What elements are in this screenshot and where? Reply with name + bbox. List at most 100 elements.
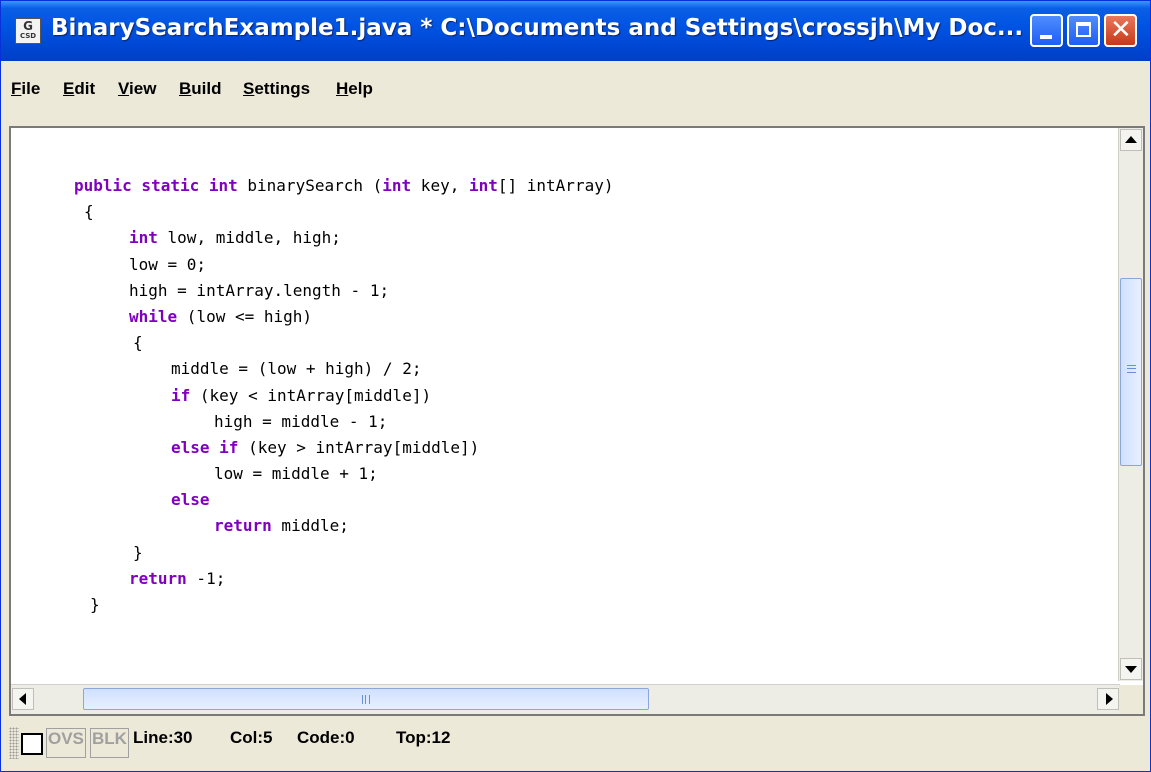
keyword: int [468, 176, 498, 195]
code-line-5: high = intArray.length - 1; [74, 278, 613, 304]
scroll-right-button[interactable] [1097, 688, 1119, 710]
menu-help-mnemonic: H [336, 79, 349, 98]
scroll-down-icon [1125, 666, 1137, 673]
code-text-span: key, [411, 176, 469, 195]
code-text-span: (key < intArray[middle]) [190, 385, 432, 405]
keyword: public static int [74, 176, 238, 195]
code-text-span: binarySearch ( [237, 176, 383, 195]
scroll-down-button[interactable] [1120, 658, 1142, 680]
code-line-15: } [74, 540, 613, 566]
scroll-right-icon [1106, 693, 1113, 705]
window-title: BinarySearchExample1.java * C:\Documents… [51, 15, 1024, 41]
code-line-6: while (low <= high) [74, 304, 613, 330]
column-indicator: Col:5 [230, 728, 273, 747]
scroll-up-icon [1125, 136, 1137, 143]
status-bar: OVS BLK Line:30 Col:5 Code:0 Top:12 [9, 721, 1145, 765]
top-indicator: Top:12 [396, 728, 451, 747]
maximize-icon [1076, 22, 1091, 37]
minimize-icon [1040, 35, 1052, 39]
menu-view[interactable]: View [118, 79, 156, 99]
code-line-7: { [74, 330, 613, 356]
code-text-span: } [90, 595, 100, 614]
menu-edit-mnemonic: E [63, 79, 75, 98]
status-grip [9, 727, 19, 759]
title-bar[interactable]: G CSD BinarySearchExample1.java * C:\Docu… [1, 1, 1150, 61]
menu-view-mnemonic: V [118, 79, 130, 98]
app-icon-letter: G [23, 19, 33, 33]
keyword: return [214, 516, 272, 536]
code-text-span: middle; [271, 516, 349, 536]
code-line-11: else if (key > intArray[middle]) [74, 435, 613, 461]
code-text-span: { [84, 202, 94, 222]
grip-icon [1127, 365, 1136, 373]
code-line-17: } [74, 592, 613, 618]
close-icon: ✕ [1110, 15, 1132, 45]
code-line-16: return -1; [74, 566, 613, 592]
menu-build-label: uild [191, 79, 222, 98]
menu-build[interactable]: Build [179, 79, 222, 99]
code-line-12: low = middle + 1; [74, 461, 613, 487]
code-text-span: (low <= high) [177, 306, 313, 326]
menu-help[interactable]: Help [336, 79, 373, 99]
code-text[interactable]: public static int binarySearch (int key,… [74, 173, 613, 618]
code-line-10: high = middle - 1; [74, 409, 613, 435]
code-line-1: public static int binarySearch (int key,… [74, 173, 613, 199]
code-text-span: -1; [186, 568, 226, 588]
keyword: return [129, 568, 187, 588]
code-line-4: low = 0; [74, 252, 613, 278]
keyword: if [171, 385, 191, 405]
menu-file[interactable]: File [11, 79, 40, 99]
grip-icon [362, 695, 370, 704]
keyword: else if [171, 437, 239, 457]
code-line-2: { [74, 199, 613, 225]
horizontal-scroll-thumb[interactable] [83, 688, 649, 710]
ovs-indicator: OVS [46, 728, 86, 758]
code-text-span: low = middle + 1; [214, 464, 378, 484]
menu-settings-label: ettings [254, 79, 311, 98]
keyword: else [171, 490, 210, 510]
code-line-3: int low, middle, high; [74, 225, 613, 251]
code-line-14: return middle; [74, 513, 613, 539]
code-text-span: low, middle, high; [157, 228, 341, 248]
code-text-span: high = intArray.length - 1; [129, 280, 390, 300]
menu-build-mnemonic: B [179, 79, 192, 98]
scroll-up-button[interactable] [1120, 129, 1142, 151]
menu-settings-mnemonic: S [243, 79, 255, 98]
keyword: int [129, 228, 158, 248]
menu-file-mnemonic: F [11, 79, 22, 98]
menu-edit-label: dit [74, 79, 96, 98]
code-text-span: middle = (low + high) / 2; [171, 359, 422, 379]
horizontal-scrollbar[interactable] [11, 684, 1120, 714]
app-icon[interactable]: G CSD [15, 18, 41, 44]
code-line-13: else [74, 487, 613, 513]
status-checkbox[interactable] [21, 733, 43, 755]
code-text-span: high = middle - 1; [214, 411, 388, 431]
code-line-8: middle = (low + high) / 2; [74, 356, 613, 382]
menu-settings[interactable]: Settings [243, 79, 310, 99]
line-indicator: Line:30 [133, 728, 193, 747]
scroll-left-icon [19, 693, 26, 705]
code-text-span: (key > intArray[middle]) [238, 437, 480, 457]
menu-edit[interactable]: Edit [63, 79, 95, 99]
scroll-left-button[interactable] [12, 688, 34, 710]
minimize-button[interactable] [1030, 14, 1063, 47]
close-button[interactable]: ✕ [1104, 14, 1137, 47]
maximize-button[interactable] [1067, 14, 1100, 47]
app-icon-caption: CSD [19, 32, 37, 40]
menu-help-label: elp [348, 79, 373, 98]
vertical-scroll-thumb[interactable] [1120, 278, 1142, 466]
code-text-span: low = 0; [129, 254, 207, 274]
keyword: int [382, 176, 412, 195]
menu-file-label: ile [21, 79, 41, 98]
code-indicator: Code:0 [297, 728, 355, 747]
vertical-scrollbar[interactable] [1118, 128, 1143, 681]
app-window: G CSD BinarySearchExample1.java * C:\Docu… [0, 0, 1151, 772]
code-text-span: } [133, 542, 143, 562]
menu-bar: File Edit View Build Settings Help [1, 61, 1150, 121]
scrollbar-corner [1119, 685, 1143, 714]
menu-view-label: iew [129, 79, 157, 98]
blk-indicator: BLK [90, 728, 129, 758]
keyword: while [129, 306, 178, 326]
code-text-span: [] intArray) [497, 176, 614, 195]
code-editor[interactable]: public static int binarySearch (int key,… [9, 126, 1145, 716]
